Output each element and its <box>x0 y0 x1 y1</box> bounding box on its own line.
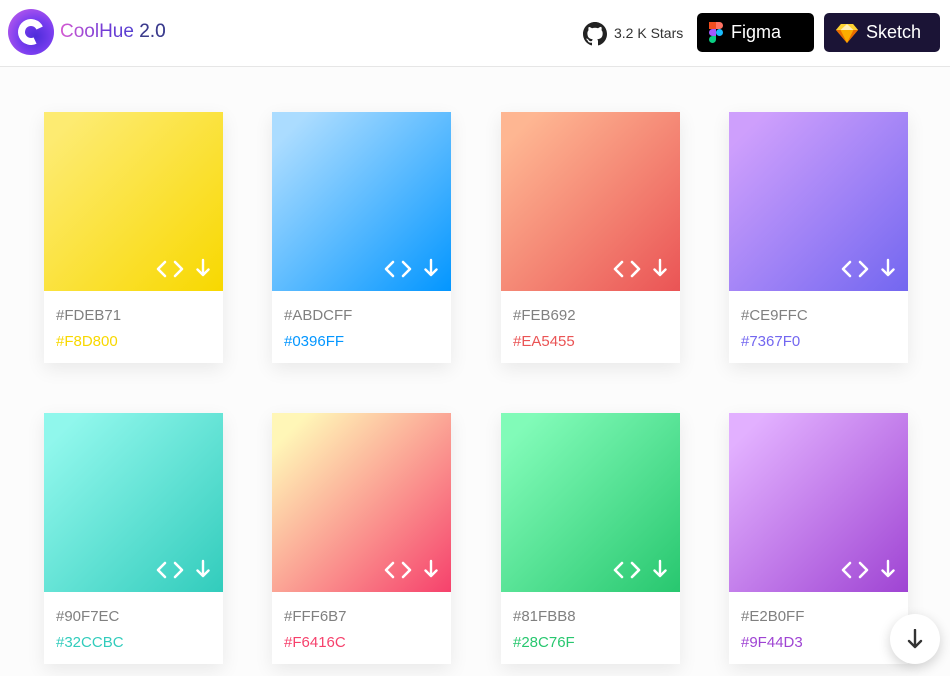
color-end-label: #32CCBC <box>56 634 124 651</box>
sketch-button[interactable]: Sketch <box>824 13 940 52</box>
download-icon[interactable] <box>653 559 667 579</box>
brand-title[interactable]: CoolHue 2.0 <box>60 21 166 43</box>
palette-card[interactable]: #ABDCFF #0396FF <box>272 112 451 363</box>
header: CoolHue 2.0 3.2 K Stars Figma Sketch <box>0 0 950 67</box>
palette-card[interactable]: #81FBB8 #28C76F <box>501 413 680 664</box>
figma-button[interactable]: Figma <box>697 13 814 52</box>
code-icon[interactable] <box>156 561 184 579</box>
scroll-down-button[interactable] <box>890 614 940 664</box>
color-start-label: #81FBB8 <box>513 608 576 625</box>
color-start-label: #FDEB71 <box>56 307 122 324</box>
sketch-button-label: Sketch <box>866 22 922 42</box>
color-start-label: #90F7EC <box>56 608 120 625</box>
download-icon[interactable] <box>653 258 667 278</box>
palette-card[interactable]: #FFF6B7 #F6416C <box>272 413 451 664</box>
color-end-label: #EA5455 <box>513 333 575 350</box>
code-icon[interactable] <box>841 561 869 579</box>
palette-card[interactable]: #FDEB71 #F8D800 <box>44 112 223 363</box>
figma-icon <box>709 22 723 43</box>
github-icon[interactable] <box>583 22 607 46</box>
sketch-icon <box>836 23 858 43</box>
brand-name: CoolHue <box>60 21 134 42</box>
palette-card[interactable]: #CE9FFC #7367F0 <box>729 112 908 363</box>
arrow-down-icon <box>907 629 923 649</box>
coolhue-logo-icon[interactable] <box>8 9 54 55</box>
palette-card[interactable]: #FEB692 #EA5455 <box>501 112 680 363</box>
color-end-label: #0396FF <box>284 333 345 350</box>
brand-version: 2.0 <box>139 21 166 42</box>
figma-button-label: Figma <box>731 22 782 42</box>
color-end-label: #F8D800 <box>56 333 118 350</box>
download-icon[interactable] <box>424 258 438 278</box>
download-icon[interactable] <box>881 559 895 579</box>
color-end-label: #9F44D3 <box>741 634 803 651</box>
color-start-label: #CE9FFC <box>741 307 808 324</box>
download-icon[interactable] <box>424 559 438 579</box>
code-icon[interactable] <box>384 561 412 579</box>
palette-card[interactable]: #90F7EC #32CCBC <box>44 413 223 664</box>
color-start-label: #E2B0FF <box>741 608 805 625</box>
palette-card[interactable]: #E2B0FF #9F44D3 <box>729 413 908 664</box>
color-end-label: #7367F0 <box>741 333 801 350</box>
code-icon[interactable] <box>384 260 412 278</box>
color-start-label: #ABDCFF <box>284 307 353 324</box>
download-icon[interactable] <box>196 258 210 278</box>
color-end-label: #28C76F <box>513 634 575 651</box>
code-icon[interactable] <box>613 260 641 278</box>
code-icon[interactable] <box>613 561 641 579</box>
color-end-label: #F6416C <box>284 634 346 651</box>
download-icon[interactable] <box>881 258 895 278</box>
download-icon[interactable] <box>196 559 210 579</box>
github-stars[interactable]: 3.2 K Stars <box>614 25 683 41</box>
code-icon[interactable] <box>156 260 184 278</box>
color-start-label: #FFF6B7 <box>284 608 347 625</box>
color-start-label: #FEB692 <box>513 307 576 324</box>
code-icon[interactable] <box>841 260 869 278</box>
